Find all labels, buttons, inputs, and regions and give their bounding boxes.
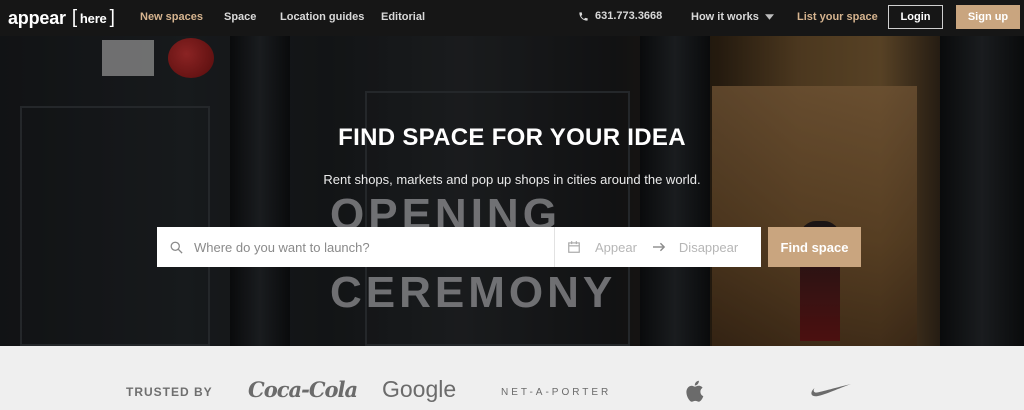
logo-text: appear [8, 7, 66, 28]
how-it-works-label: How it works [691, 11, 759, 23]
disappear-date-input[interactable]: Disappear [679, 240, 738, 255]
nav-link-space[interactable]: Space [224, 11, 256, 23]
search-bar: Where do you want to launch? Appear Disa… [157, 227, 761, 267]
coca-cola-logo: Coca-Cola [248, 377, 358, 402]
how-it-works-dropdown[interactable]: How it works [691, 11, 774, 23]
nike-swoosh-icon [810, 383, 852, 402]
find-space-button[interactable]: Find space [768, 227, 861, 267]
phone-icon [579, 11, 588, 21]
appear-here-logo[interactable]: appear [ here ] [8, 7, 116, 29]
location-input[interactable]: Where do you want to launch? [157, 227, 555, 267]
date-range-picker: Appear Disappear [555, 227, 738, 267]
chevron-down-icon [764, 14, 774, 20]
search-icon [170, 241, 183, 254]
logo-here-text: here [79, 10, 107, 26]
apple-logo-icon [684, 379, 704, 408]
trusted-by-label: TRUSTED BY [126, 385, 213, 399]
location-placeholder: Where do you want to launch? [194, 239, 370, 255]
hero-section: OPENING CEREMONY FIND SPACE FOR YOUR IDE… [0, 36, 1024, 346]
appear-date-input[interactable]: Appear [595, 240, 637, 255]
top-navigation: appear [ here ] New spaces Space Locatio… [0, 0, 1024, 36]
phone-number: 631.773.3668 [595, 10, 663, 22]
nav-link-editorial[interactable]: Editorial [381, 11, 425, 23]
google-logo: Google [382, 376, 457, 402]
nav-link-location-guides[interactable]: Location guides [280, 11, 364, 23]
hero-overlay [0, 36, 1024, 346]
nav-link-new-spaces[interactable]: New spaces [140, 11, 203, 23]
arrow-right-icon [652, 242, 666, 252]
list-your-space-link[interactable]: List your space [797, 11, 878, 23]
net-a-porter-logo: NET-A-PORTER [501, 387, 612, 398]
phone-link[interactable]: 631.773.3668 [578, 10, 662, 22]
trusted-by-strip: TRUSTED BY Coca-Cola Google NET-A-PORTER [0, 346, 1024, 410]
hero-subtitle: Rent shops, markets and pop up shops in … [323, 172, 701, 187]
hero-title: FIND SPACE FOR YOUR IDEA [338, 124, 686, 151]
login-button[interactable]: Login [888, 5, 943, 29]
logo-bracket-left: [ [71, 7, 77, 28]
logo-bracket-right: ] [109, 7, 115, 28]
calendar-icon [568, 241, 580, 253]
signup-button[interactable]: Sign up [956, 5, 1020, 29]
